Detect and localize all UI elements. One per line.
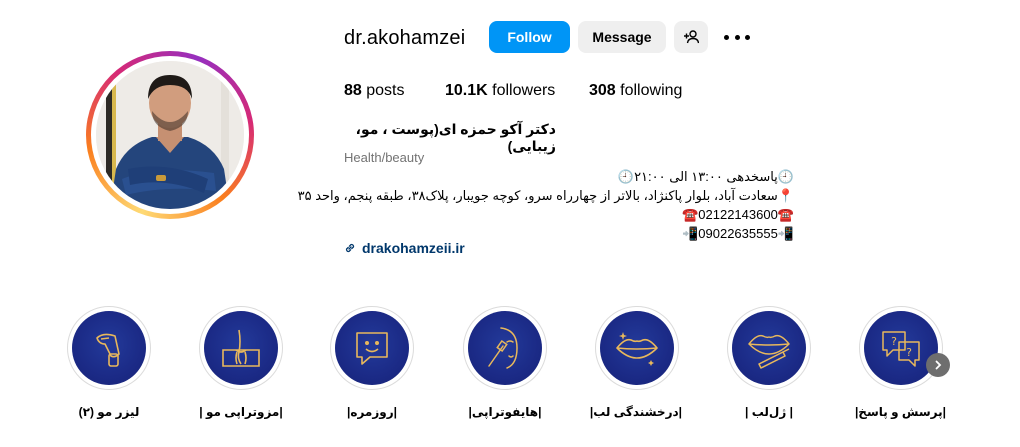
posts-label: posts xyxy=(366,82,405,99)
avatar-photo xyxy=(96,61,244,209)
profile-username: dr.akohamzei xyxy=(344,27,466,49)
face-device-icon xyxy=(488,327,518,369)
svg-text:?: ? xyxy=(906,346,912,359)
following-count[interactable]: 308 following xyxy=(589,82,682,100)
bio-line: 🕘پاسخدهی ۱۳:۰۰ الی ۲۱:۰۰🕘 xyxy=(617,169,794,184)
chevron-right-icon xyxy=(935,360,942,370)
posts-count: 88 posts xyxy=(344,82,405,100)
highlight-ring xyxy=(463,306,547,390)
story-highlights: لیزر مو (۲) |مزوتراپی مو | |روزمره| |های… xyxy=(0,306,1020,436)
highlight-label: | ژل‌لب | xyxy=(745,405,793,419)
posts-number: 88 xyxy=(344,82,362,99)
highlight-cover xyxy=(732,311,806,385)
following-number: 308 xyxy=(589,82,616,99)
highlight-cover xyxy=(600,311,674,385)
highlight-cover xyxy=(204,311,278,385)
highlight-cover xyxy=(72,311,146,385)
highlight-daily[interactable]: |روزمره| xyxy=(327,306,417,419)
highlight-ring xyxy=(727,306,811,390)
highlight-ring xyxy=(199,306,283,390)
chat-smile-icon xyxy=(356,332,388,365)
add-person-icon xyxy=(684,30,699,44)
highlight-cover xyxy=(468,311,542,385)
lips-icon xyxy=(616,332,658,366)
highlight-hair-mesotherapy[interactable]: |مزوتراپی مو | xyxy=(196,306,286,419)
laser-device-icon xyxy=(96,333,120,367)
profile-category: Health/beauty xyxy=(344,150,425,165)
highlight-label: |درخشندگی لب| xyxy=(589,405,682,419)
profile-link-text: drakohamzeii.ir xyxy=(362,240,465,256)
followers-label: followers xyxy=(492,82,556,99)
follow-button[interactable]: Follow xyxy=(489,21,570,53)
following-label: following xyxy=(620,82,683,99)
lips-syringe-icon xyxy=(748,334,790,369)
highlight-label: |مزوتراپی مو | xyxy=(199,405,283,419)
profile-avatar[interactable] xyxy=(86,51,254,219)
more-options-icon[interactable] xyxy=(724,28,750,46)
doctor-portrait-image xyxy=(96,61,244,209)
highlight-label: |پرسش و پاسخ| xyxy=(854,405,946,419)
highlight-ring xyxy=(330,306,414,390)
highlight-ring xyxy=(67,306,151,390)
highlight-label: |روزمره| xyxy=(347,405,397,419)
followers-count[interactable]: 10.1K followers xyxy=(445,82,555,100)
avatar-border xyxy=(91,56,249,214)
message-button[interactable]: Message xyxy=(578,21,666,53)
profile-bio: 🕘پاسخدهی ۱۳:۰۰ الی ۲۱:۰۰🕘 📍سعادت آباد، ب… xyxy=(297,167,794,243)
profile-link[interactable]: drakohamzeii.ir xyxy=(344,240,465,256)
highlight-ring: ? ? xyxy=(859,306,943,390)
svg-text:?: ? xyxy=(891,335,897,348)
highlight-hifu[interactable]: |هایفوتراپی| xyxy=(460,306,550,419)
bio-line: 📍سعادت آباد، بلوار پاکنژاد، بالاتر از چه… xyxy=(297,188,794,203)
followers-number: 10.1K xyxy=(445,82,488,99)
highlights-next-button[interactable] xyxy=(926,353,950,377)
link-icon xyxy=(345,243,355,253)
highlight-lip-filler[interactable]: | ژل‌لب | xyxy=(724,306,814,419)
question-chat-icon: ? ? xyxy=(882,331,920,367)
highlight-ring xyxy=(595,306,679,390)
highlight-laser-hair[interactable]: لیزر مو (۲) xyxy=(64,306,154,419)
highlight-lip-glow[interactable]: |درخشندگی لب| xyxy=(589,306,682,419)
bio-line: ☎️02122143600☎️ xyxy=(682,207,794,222)
highlight-label: لیزر مو (۲) xyxy=(78,405,140,419)
highlight-cover xyxy=(335,311,409,385)
highlight-label: |هایفوتراپی| xyxy=(468,405,542,419)
highlight-cover: ? ? xyxy=(864,311,938,385)
hair-follicle-icon xyxy=(222,329,260,367)
suggested-accounts-button[interactable] xyxy=(674,21,708,53)
